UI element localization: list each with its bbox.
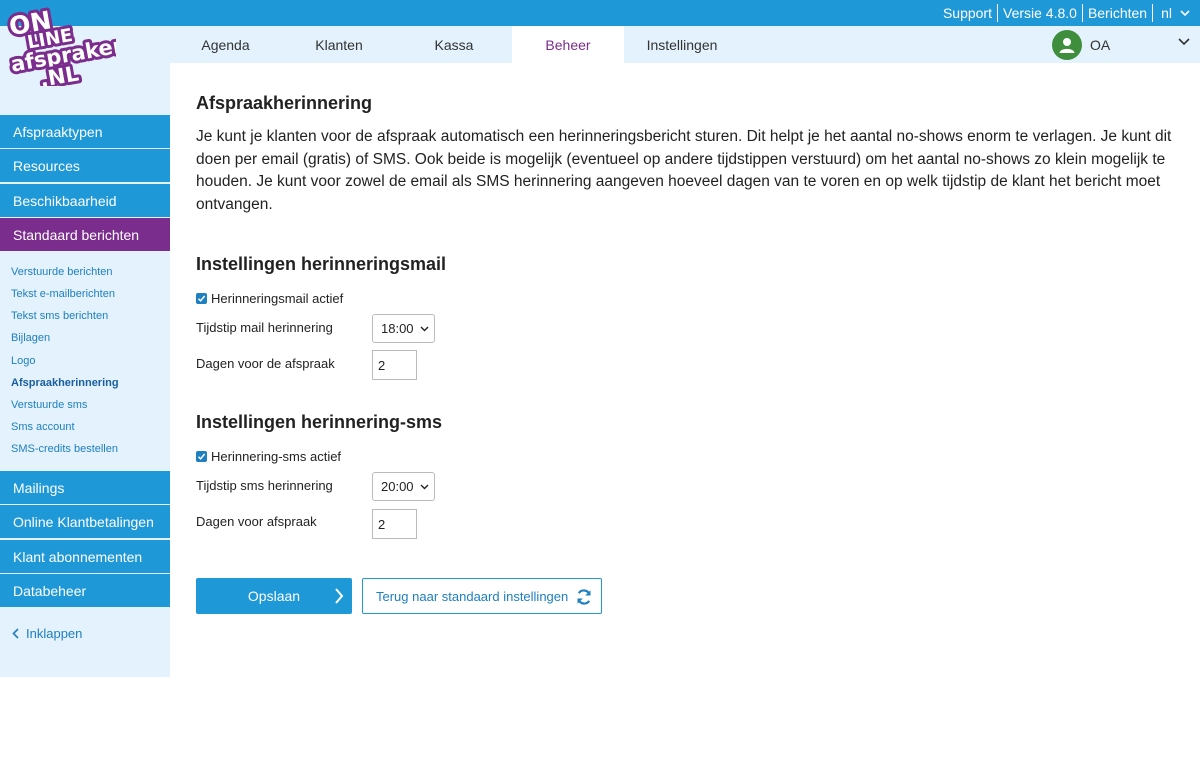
sms-section-heading: Instellingen herinnering-sms	[196, 412, 443, 432]
sidebar-sublink-verstuurde-berichten[interactable]: Verstuurde berichten	[11, 266, 113, 278]
user-menu[interactable]: OA	[1052, 30, 1110, 60]
sms-active-checkbox[interactable]: Herinnering-sms actief	[196, 449, 341, 464]
tab-agenda[interactable]: Agenda	[170, 26, 281, 63]
mail-time-value: 18:00	[381, 321, 414, 336]
reset-label: Terug naar standaard instellingen	[376, 588, 569, 604]
mail-active-label: Herinneringsmail actief	[211, 291, 344, 306]
chevron-left-icon	[12, 628, 19, 639]
sms-days-field[interactable]: 2	[372, 509, 417, 539]
avatar	[1052, 30, 1082, 60]
brand-logo[interactable]: ON LINE afspraken .NL	[4, 0, 116, 86]
chevron-down-icon[interactable]	[1178, 38, 1190, 46]
sidebar-sublink-tekst-sms-berichten[interactable]: Tekst sms berichten	[11, 310, 108, 322]
sidebar-sublink-sms-credits-bestellen[interactable]: SMS-credits bestellen	[11, 443, 118, 455]
tab-kassa[interactable]: Kassa	[398, 26, 510, 63]
mail-days-label: Dagen voor de afspraak	[196, 356, 335, 371]
chevron-right-icon	[335, 588, 344, 604]
reset-defaults-button[interactable]: Terug naar standaard instellingen	[362, 578, 602, 614]
sidebar-sublink-tekst-e-mailberichten[interactable]: Tekst e-mailberichten	[11, 288, 115, 300]
chevron-down-icon	[420, 484, 429, 489]
chevron-down-icon	[1180, 10, 1190, 16]
collapse-sidebar-button[interactable]: Inklappen	[12, 626, 82, 641]
checkbox-checked-icon	[196, 451, 207, 462]
language-label: nl	[1161, 5, 1172, 21]
sms-time-label: Tijdstip sms herinnering	[196, 478, 333, 493]
checkbox-checked-icon	[196, 293, 207, 304]
sms-days-label: Dagen voor afspraak	[196, 514, 317, 529]
mail-time-select[interactable]: 18:00	[372, 314, 435, 343]
mail-days-field[interactable]: 2	[372, 350, 417, 380]
chevron-down-icon	[420, 326, 429, 331]
intro-text: Je kunt je klanten voor de afspraak auto…	[196, 128, 1172, 213]
sidebar-item-online-klantbetalingen[interactable]: Online Klantbetalingen	[0, 505, 170, 538]
support-link[interactable]: Support	[938, 4, 997, 22]
top-bar: Support Versie 4.8.0 Berichten nl	[0, 0, 1200, 26]
user-initials: OA	[1090, 37, 1111, 53]
sms-time-value: 20:00	[381, 479, 414, 494]
main-nav: Agenda Klanten Kassa Beheer Instellingen…	[0, 26, 1200, 63]
collapse-label: Inklappen	[26, 626, 83, 641]
language-selector[interactable]: nl	[1153, 5, 1190, 21]
sidebar-sublink-sms-account[interactable]: Sms account	[11, 421, 75, 433]
messages-link[interactable]: Berichten	[1083, 4, 1152, 22]
sms-active-label: Herinnering-sms actief	[211, 449, 342, 464]
sidebar-sublink-bijlagen[interactable]: Bijlagen	[11, 332, 50, 344]
sidebar-item-beschikbaarheid[interactable]: Beschikbaarheid	[0, 184, 170, 217]
mail-active-checkbox[interactable]: Herinneringsmail actief	[196, 291, 343, 306]
user-icon	[1059, 38, 1075, 53]
version-link[interactable]: Versie 4.8.0	[998, 4, 1082, 22]
tab-instellingen[interactable]: Instellingen	[626, 26, 738, 63]
mail-time-label: Tijdstip mail herinnering	[196, 320, 333, 335]
save-button[interactable]: Opslaan	[196, 578, 352, 614]
sidebar-item-mailings[interactable]: Mailings	[0, 471, 170, 504]
save-label: Opslaan	[247, 588, 301, 604]
tab-beheer[interactable]: Beheer	[512, 26, 624, 63]
sidebar-sublink-logo[interactable]: Logo	[11, 355, 35, 367]
sidebar-item-standaard-berichten[interactable]: Standaard berichten	[0, 218, 170, 251]
top-links: Support Versie 4.8.0 Berichten nl	[938, 0, 1190, 26]
sidebar-sublink-verstuurde-sms[interactable]: Verstuurde sms	[11, 399, 87, 411]
refresh-icon	[577, 589, 591, 605]
sidebar-sublink-afspraakherinnering[interactable]: Afspraakherinnering	[11, 377, 119, 389]
page-title: Afspraakherinnering	[196, 93, 373, 113]
mail-section-heading: Instellingen herinneringsmail	[196, 254, 447, 274]
tab-klanten[interactable]: Klanten	[283, 26, 395, 63]
sms-time-select[interactable]: 20:00	[372, 472, 435, 501]
sidebar-item-klant-abonnementen[interactable]: Klant abonnementen	[0, 540, 170, 573]
sidebar-item-afspraaktypen[interactable]: Afspraaktypen	[0, 115, 170, 148]
sidebar-item-databeheer[interactable]: Databeheer	[0, 574, 170, 607]
sidebar-item-resources[interactable]: Resources	[0, 149, 170, 182]
